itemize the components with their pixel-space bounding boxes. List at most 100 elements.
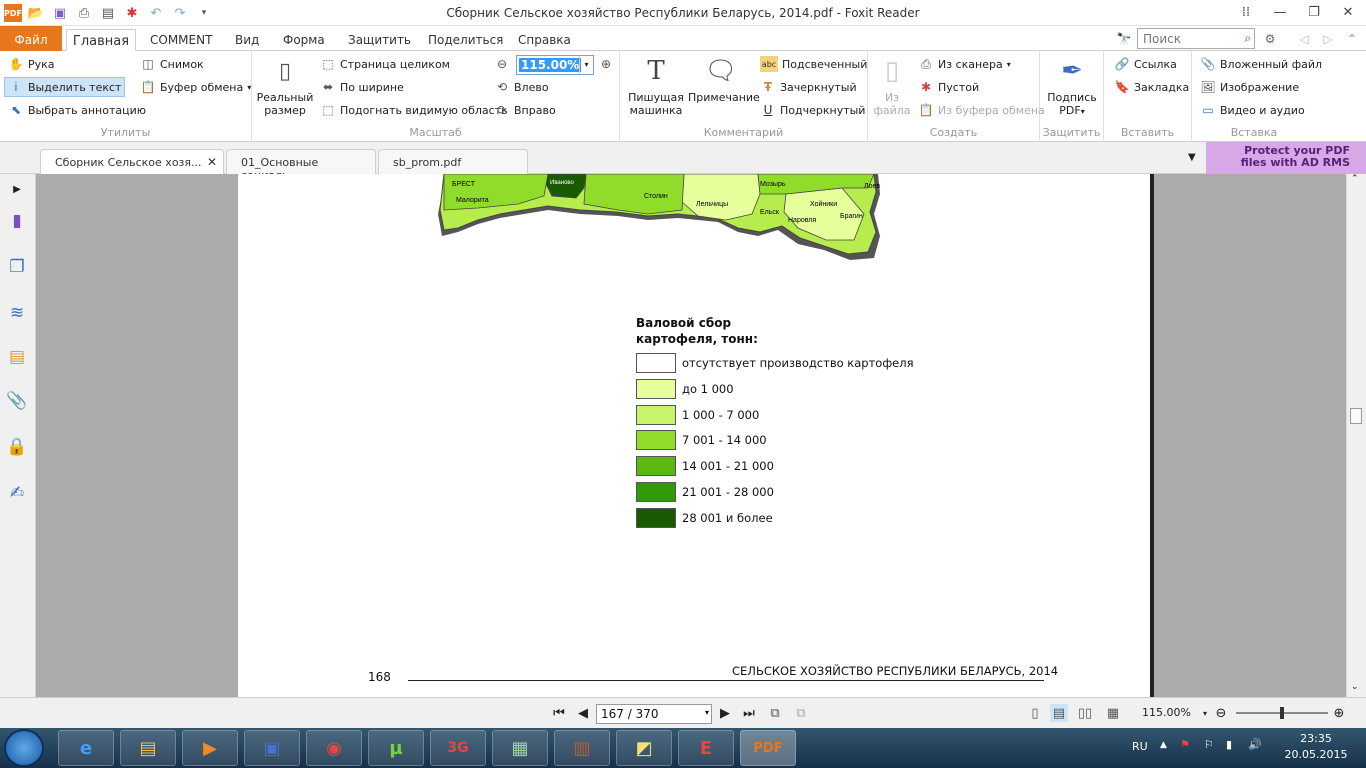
previous-view-icon[interactable]: ⧉ xyxy=(766,704,784,722)
zoom-out-icon[interactable]: ⊖ xyxy=(1212,704,1230,722)
media-player-icon[interactable]: ▶ xyxy=(182,730,238,766)
continuous-page-icon[interactable]: ▤ xyxy=(1050,704,1068,722)
snapshot-tool[interactable]: ◫ Снимок xyxy=(140,54,203,74)
tab-comment[interactable]: COMMENT xyxy=(150,29,212,51)
page-number-input[interactable]: 167 / 370 ▾ xyxy=(596,704,712,724)
back-arrow-icon[interactable]: ◁ xyxy=(1296,31,1312,47)
last-page-icon[interactable]: ⏭ xyxy=(740,704,758,722)
fit-page-button[interactable]: ⬚ Страница целиком xyxy=(320,54,450,74)
utorrent-icon[interactable]: µ xyxy=(368,730,424,766)
search-icon[interactable]: ⌕ xyxy=(1244,31,1251,46)
promo-banner[interactable]: Protect your PDF files with AD RMS xyxy=(1206,142,1366,174)
blank-button[interactable]: ✱ Пустой xyxy=(918,77,979,97)
highlight-button[interactable]: abc Подсвеченный xyxy=(760,54,867,74)
scroll-thumb[interactable] xyxy=(1350,408,1362,424)
tab-file[interactable]: Файл xyxy=(0,26,62,51)
zoom-out-icon[interactable]: ⊖ xyxy=(494,56,510,72)
fit-visible-button[interactable]: ⬚ Подогнать видимую область xyxy=(320,100,507,120)
next-view-icon[interactable]: ⧉ xyxy=(792,704,810,722)
chrome-icon[interactable]: ◉ xyxy=(306,730,362,766)
facing-page-icon[interactable]: ▯▯ xyxy=(1076,704,1094,722)
clipboard-dropdown[interactable]: 📋 Буфер обмена ▾ xyxy=(140,77,252,97)
hand-tool[interactable]: ✋ Рука xyxy=(8,54,55,74)
attached-file-button[interactable]: 📎 Вложенный файл xyxy=(1200,54,1323,74)
start-button[interactable] xyxy=(4,729,44,767)
zoom-dropdown-icon[interactable]: ▾ xyxy=(579,56,593,74)
rotate-left-button[interactable]: ⟲ Влево xyxy=(494,77,549,97)
layers-icon[interactable]: ≋ xyxy=(6,302,28,324)
vertical-scrollbar[interactable]: ⌃ ⌄ xyxy=(1346,174,1366,697)
underline-button[interactable]: U Подчеркнутый xyxy=(760,100,866,120)
first-page-icon[interactable]: ⏮ xyxy=(550,704,568,722)
action-center-icon[interactable]: ⚐ xyxy=(1204,738,1214,751)
doc-tab-1[interactable]: Сборник Сельское хозя... ✕ xyxy=(40,149,224,174)
winrar-icon[interactable]: ▥ xyxy=(554,730,610,766)
foxit-reader-taskbar-icon[interactable]: PDF xyxy=(740,730,796,766)
bookmarks-icon[interactable]: ▮ xyxy=(6,210,28,232)
doc-tab-2[interactable]: 01_Основные социаль... xyxy=(226,149,376,182)
select-annotation-tool[interactable]: ⬉ Выбрать аннотацию xyxy=(8,100,146,120)
next-page-icon[interactable]: ▶ xyxy=(716,704,734,722)
video-audio-button[interactable]: ▭ Видео и аудио xyxy=(1200,100,1304,120)
tab-share[interactable]: Поделиться xyxy=(428,29,503,51)
previous-page-icon[interactable]: ◀ xyxy=(574,704,592,722)
from-scanner-dropdown[interactable]: ⎙ Из сканера ▾ xyxy=(918,54,1011,74)
internet-explorer-icon[interactable]: e xyxy=(58,730,114,766)
tab-list-dropdown-icon[interactable]: ▼ xyxy=(1188,152,1196,163)
image-button[interactable]: 🖼 Изображение xyxy=(1200,77,1299,97)
actual-size-button[interactable]: ▯ Реальный размер xyxy=(256,55,314,117)
select-text-tool[interactable]: Ꭵ Выделить текст xyxy=(4,77,126,97)
presentation-app-icon[interactable]: E xyxy=(678,730,734,766)
from-file-button[interactable]: ▯ Из файла xyxy=(870,55,914,118)
forward-arrow-icon[interactable]: ▷ xyxy=(1320,31,1336,47)
tab-view[interactable]: Вид xyxy=(235,29,259,51)
clock-time[interactable]: 23:35 xyxy=(1286,732,1346,745)
zoom-input[interactable]: 115.00% ▾ xyxy=(516,55,594,75)
close-button[interactable]: ✕ xyxy=(1334,2,1362,22)
file-explorer-icon[interactable]: ▤ xyxy=(120,730,176,766)
doc-tab-3[interactable]: sb_prom.pdf xyxy=(378,149,528,174)
tab-protect[interactable]: Защитить xyxy=(348,29,411,51)
scroll-down-icon[interactable]: ⌄ xyxy=(1351,682,1359,692)
signal-icon[interactable]: ▮ xyxy=(1226,738,1232,751)
strikeout-button[interactable]: Ŧ Зачеркнутый xyxy=(760,77,857,97)
scroll-up-icon[interactable]: ⌃ xyxy=(1351,174,1359,184)
zoom-percentage[interactable]: 115.00% xyxy=(1142,706,1191,719)
fit-width-button[interactable]: ⬌ По ширине xyxy=(320,77,404,97)
close-tab-icon[interactable]: ✕ xyxy=(207,155,217,169)
settings-gear-icon[interactable]: ⚙ xyxy=(1262,31,1278,47)
zoom-in-icon[interactable]: ⊕ xyxy=(598,56,614,72)
expand-panel-icon[interactable]: ▶ xyxy=(6,178,28,200)
search-input[interactable]: Поиск ⌕ xyxy=(1137,28,1255,49)
page-dropdown-icon[interactable]: ▾ xyxy=(705,708,709,717)
terminal-icon[interactable]: ▦ xyxy=(492,730,548,766)
continuous-facing-icon[interactable]: ▦ xyxy=(1104,704,1122,722)
pages-icon[interactable]: ❐ xyxy=(6,256,28,278)
sign-pdf-button[interactable]: ✒ Подпись PDF▾ xyxy=(1044,55,1100,118)
note-button[interactable]: 🗨 Примечание xyxy=(688,55,760,105)
bookmark-button[interactable]: 🔖 Закладка xyxy=(1114,77,1190,97)
grid-icon[interactable]: ⁞⁞ xyxy=(1232,2,1260,22)
tab-help[interactable]: Справка xyxy=(518,29,571,51)
collapse-ribbon-icon[interactable]: ⌃ xyxy=(1344,31,1360,47)
typewriter-button[interactable]: T Пишущая машинка xyxy=(628,55,684,118)
security-lock-icon[interactable]: 🔒 xyxy=(6,436,28,458)
zoom-in-icon[interactable]: ⊕ xyxy=(1330,704,1348,722)
link-button[interactable]: 🔗 Ссылка xyxy=(1114,54,1177,74)
attachments-icon[interactable]: 📎 xyxy=(6,390,28,412)
rotate-right-button[interactable]: ⟳ Вправо xyxy=(494,100,556,120)
tab-form[interactable]: Форма xyxy=(283,29,325,51)
restore-button[interactable]: ❐ xyxy=(1300,2,1328,22)
comments-icon[interactable]: ▤ xyxy=(6,346,28,368)
tab-home[interactable]: Главная xyxy=(66,29,136,51)
language-indicator[interactable]: RU xyxy=(1132,740,1148,753)
single-page-icon[interactable]: ▯ xyxy=(1026,704,1044,722)
minimize-button[interactable]: — xyxy=(1266,2,1294,22)
zoom-slider[interactable] xyxy=(1236,707,1328,719)
from-clipboard-button[interactable]: 📋 Из буфера обмена xyxy=(918,100,1045,120)
sticky-notes-icon[interactable]: ◩ xyxy=(616,730,672,766)
signatures-icon[interactable]: ✍ xyxy=(6,482,28,504)
find-icon[interactable]: 🔭 xyxy=(1116,31,1132,47)
save-disk-icon[interactable]: ▣ xyxy=(244,730,300,766)
3g-modem-icon[interactable]: 3G xyxy=(430,730,486,766)
